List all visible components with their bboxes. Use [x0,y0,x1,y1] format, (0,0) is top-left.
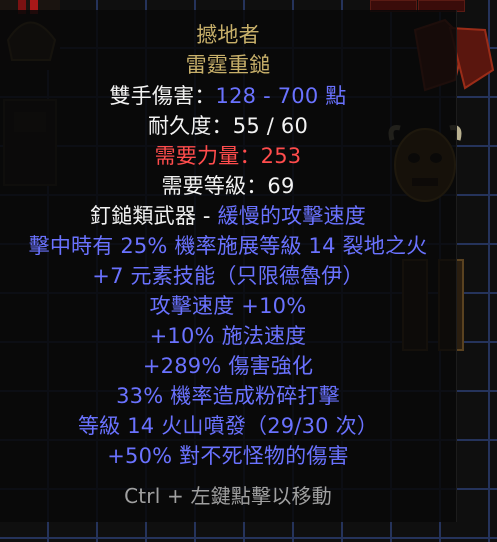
move-hint: Ctrl + 左鍵點擊以移動 [124,484,332,508]
weapon-class-separator: - [196,204,218,228]
item-base-type: 雷霆重鎚 [185,53,271,77]
item-tooltip: 撼地者 雷霆重鎚 雙手傷害：128 - 700 點 耐久度：55 / 60 需要… [0,10,457,522]
property-line: +289% 傷害強化 [142,354,314,378]
durability: 耐久度：55 / 60 [147,114,309,138]
damage-label: 雙手傷害： [109,84,216,108]
property-line: 等級 14 火山噴發（29/30 次） [77,414,379,438]
property-line: 攻擊速度 +10% [149,294,307,318]
property-line: +7 元素技能（只限德魯伊） [92,264,364,288]
requirement-level: 需要等級：69 [161,174,295,198]
damage-row: 雙手傷害：128 - 700 點 [0,81,456,111]
attack-speed-class: 緩慢的攻擊速度 [217,204,366,228]
property-line: 33% 機率造成粉碎打擊 [116,384,340,408]
damage-value: 128 - 700 點 [215,84,347,108]
weapon-class-row: 釘鎚類武器 - 緩慢的攻擊速度 [0,201,456,231]
item-name: 撼地者 [196,23,260,47]
property-line: +10% 施法速度 [149,324,307,348]
weapon-class: 釘鎚類武器 [90,204,197,228]
property-line: 擊中時有 25% 機率施展等級 14 裂地之火 [28,234,428,258]
game-inventory-scene: 撼地者 雷霆重鎚 雙手傷害：128 - 700 點 耐久度：55 / 60 需要… [0,0,497,542]
property-line: +50% 對不死怪物的傷害 [107,444,349,468]
requirement-strength: 需要力量：253 [154,144,302,168]
